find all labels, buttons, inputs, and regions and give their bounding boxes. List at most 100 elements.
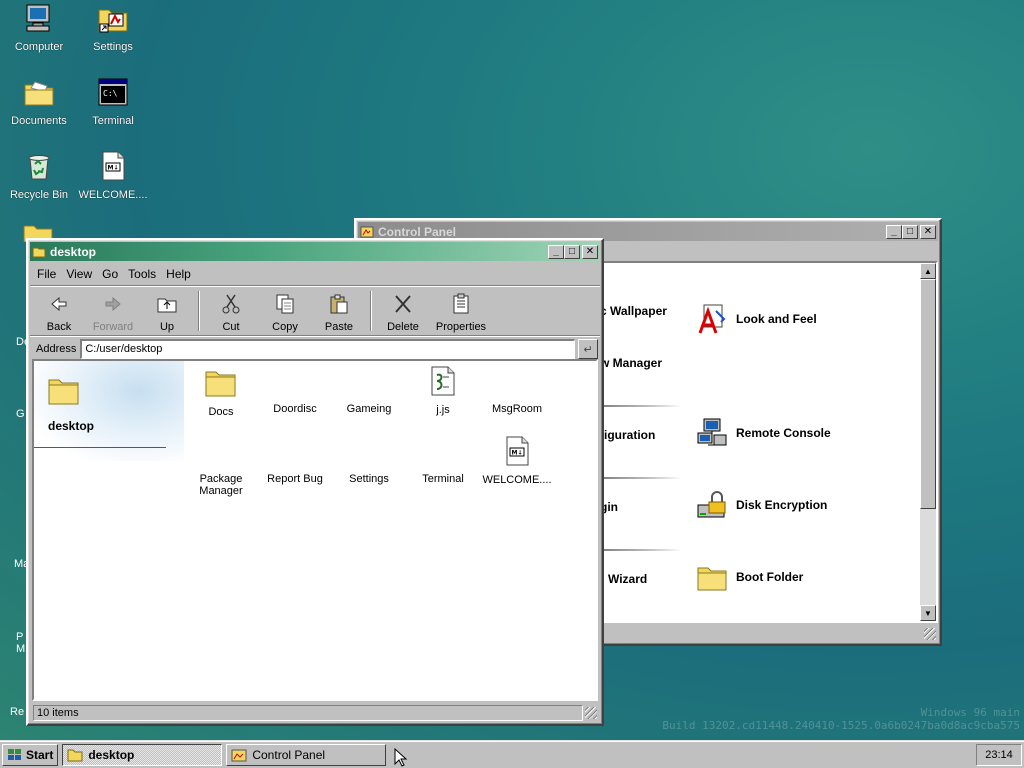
explorer-titlebar[interactable]: desktop _ □ ✕ <box>30 242 600 261</box>
cp-item-label: w Manager <box>600 356 663 370</box>
toolbar: Back Forward Up Cut Copy Paste Delete Pr… <box>28 287 602 335</box>
file-item[interactable]: M↓ WELCOME.... <box>480 435 554 486</box>
file-item[interactable]: Package Manager <box>184 473 258 497</box>
cp-item-disk-encryption[interactable]: Disk Encryption <box>696 489 827 521</box>
desktop-icon-label: P <box>16 631 24 643</box>
resize-grip[interactable] <box>585 707 597 719</box>
up-folder-icon <box>157 298 177 313</box>
resize-grip[interactable] <box>924 628 936 640</box>
menu-file[interactable]: File <box>32 266 61 282</box>
tool-label: Back <box>46 321 72 333</box>
go-button[interactable]: ↵ <box>578 339 598 359</box>
file-view[interactable]: desktop Docs Doordisc Gameing j.js MsgRo… <box>32 359 598 701</box>
svg-text:M↓: M↓ <box>512 450 523 457</box>
close-button[interactable]: ✕ <box>582 244 598 259</box>
tool-label: Forward <box>92 321 134 333</box>
build-watermark: Windows 96 main Build 13202.cd11448.2404… <box>662 706 1020 732</box>
desktop-icon-welcome[interactable]: M↓ WELCOME.... <box>76 150 150 202</box>
tool-label: Copy <box>272 321 298 333</box>
cp-item-label: Look and Feel <box>736 312 817 326</box>
copy-icon <box>276 294 294 314</box>
desktop-icon-label: Terminal <box>92 115 134 127</box>
tool-label: Paste <box>324 321 354 333</box>
close-button[interactable]: ✕ <box>920 224 936 239</box>
taskbar-button-desktop[interactable]: desktop <box>62 743 223 766</box>
file-item[interactable]: Settings <box>332 473 406 485</box>
status-text: 10 items <box>33 705 583 721</box>
explorer-window[interactable]: desktop _ □ ✕ File View Go Tools Help Ba… <box>26 238 604 726</box>
file-label: WELCOME.... <box>482 474 552 486</box>
file-item[interactable]: Doordisc <box>258 403 332 415</box>
cp-item-configuration[interactable]: figuration <box>600 428 655 442</box>
vertical-scrollbar[interactable]: ▲ ▼ <box>920 263 936 621</box>
cp-item-label: Boot Folder <box>736 570 804 584</box>
desktop-icon-computer[interactable]: Computer <box>2 2 76 54</box>
address-input[interactable]: C:/user/desktop <box>80 339 575 359</box>
tool-label: Delete <box>387 321 419 333</box>
cp-item-window-manager[interactable]: w Manager <box>600 356 662 370</box>
mouse-cursor-icon <box>394 748 408 767</box>
maximize-button[interactable]: □ <box>902 224 918 239</box>
file-item[interactable]: MsgRoom <box>480 403 554 415</box>
cp-item-label: Wizard <box>608 572 648 586</box>
file-label: Report Bug <box>267 473 323 485</box>
section-divider <box>602 405 682 407</box>
system-tray-clock[interactable]: 23:14 <box>976 743 1022 766</box>
folder-icon <box>24 81 54 106</box>
desktop-icon-settings[interactable]: Settings <box>76 2 150 54</box>
minimize-button[interactable]: _ <box>886 224 902 239</box>
file-item[interactable]: j.js <box>406 365 480 416</box>
delete-button[interactable]: Delete <box>376 293 430 333</box>
cp-item-label: c Wallpaper <box>600 304 667 318</box>
toolbar-separator <box>370 291 372 331</box>
task-label: Control Panel <box>252 747 326 762</box>
control-panel-icon <box>231 749 247 761</box>
properties-button[interactable]: Properties <box>430 293 492 333</box>
menu-go[interactable]: Go <box>97 266 123 282</box>
terminal-icon: C:\ <box>98 78 128 106</box>
cp-item-wizard[interactable]: Wizard <box>608 572 647 586</box>
file-label: MsgRoom <box>491 403 543 415</box>
cp-item-label: figuration <box>600 428 656 442</box>
menu-tools[interactable]: Tools <box>123 266 161 282</box>
recycle-bin-icon <box>28 155 50 180</box>
desktop-icon-terminal[interactable]: C:\ Terminal <box>76 76 150 128</box>
desktop-icon-documents[interactable]: Documents <box>2 76 76 128</box>
address-label: Address <box>36 343 77 355</box>
up-button[interactable]: Up <box>140 293 194 333</box>
forward-button[interactable]: Forward <box>86 293 140 333</box>
svg-text:M↓: M↓ <box>108 165 119 172</box>
svg-text:C:\: C:\ <box>103 89 118 98</box>
desktop-background: Computer Settings Documents C:\ Terminal <box>0 0 1024 740</box>
file-item[interactable]: Terminal <box>406 473 480 485</box>
cut-button[interactable]: Cut <box>204 293 258 333</box>
computer-icon <box>26 4 50 32</box>
minimize-button[interactable]: _ <box>548 244 564 259</box>
copy-button[interactable]: Copy <box>258 293 312 333</box>
maximize-button[interactable]: □ <box>564 244 580 259</box>
file-item[interactable]: Docs <box>184 367 258 418</box>
cp-item-look-and-feel[interactable]: Look and Feel <box>696 303 817 335</box>
scroll-down-button[interactable]: ▼ <box>920 605 936 621</box>
remote-console-icon <box>697 418 727 446</box>
cp-item-label: Remote Console <box>736 426 831 440</box>
watermark-line: Build 13202.cd11448.240410-1525.0a6b0247… <box>662 719 1020 732</box>
menu-help[interactable]: Help <box>161 266 196 282</box>
scroll-up-button[interactable]: ▲ <box>920 263 936 279</box>
start-button[interactable]: Start <box>2 743 59 766</box>
cp-item-boot-folder[interactable]: Boot Folder <box>696 561 803 593</box>
back-button[interactable]: Back <box>32 293 86 333</box>
cp-item-wallpaper[interactable]: c Wallpaper <box>600 304 667 318</box>
desktop-icon-recycle-bin[interactable]: Recycle Bin <box>2 150 76 202</box>
desktop-icon-label: WELCOME.... <box>78 189 148 201</box>
paste-button[interactable]: Paste <box>312 293 366 333</box>
file-item[interactable]: Report Bug <box>258 473 332 485</box>
desktop-icon-label: Documents <box>11 115 67 127</box>
desktop-icon-label: Re <box>10 706 25 718</box>
scroll-thumb[interactable] <box>920 279 936 509</box>
menu-view[interactable]: View <box>61 266 97 282</box>
desktop-icon-label: Settings <box>93 41 133 53</box>
taskbar-button-control-panel[interactable]: Control Panel <box>226 743 387 766</box>
file-item[interactable]: Gameing <box>332 403 406 415</box>
cp-item-remote-console[interactable]: Remote Console <box>696 417 831 449</box>
